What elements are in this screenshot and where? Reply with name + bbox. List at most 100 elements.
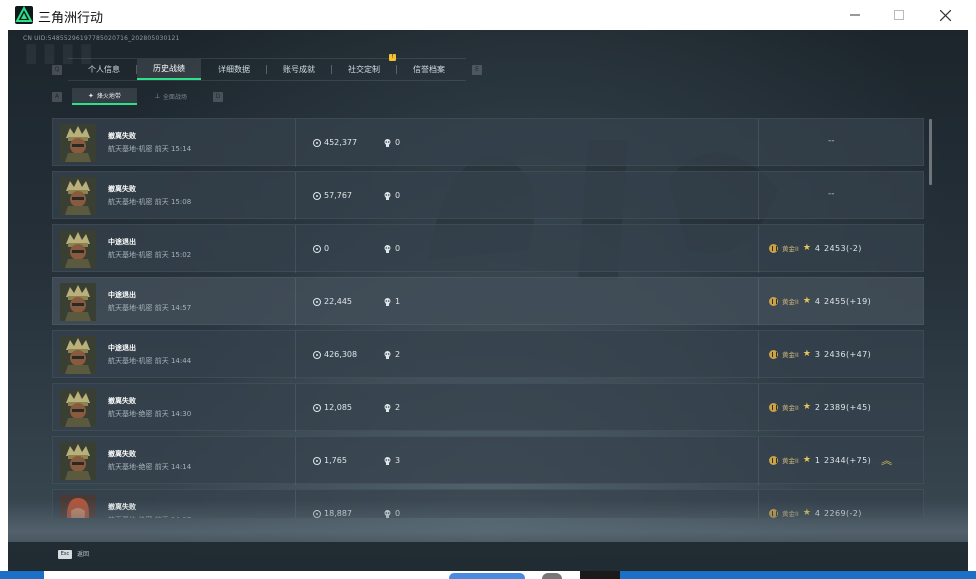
taskbar-avatar[interactable]	[542, 573, 562, 579]
coin-icon	[313, 244, 321, 253]
operations-icon: ✦	[88, 91, 94, 100]
player-uid: CN UID:5485529619778502071​6_2028050301​…	[23, 35, 180, 42]
list-scrollbar[interactable]	[929, 119, 932, 185]
match-map-time: 航天基地-绝密 前天 14:14	[108, 463, 192, 471]
rank-score: 2436(+47)	[824, 349, 872, 359]
close-button[interactable]	[922, 0, 968, 30]
rank-info: 黄金II ★ 1 2344(+75) ︽	[769, 455, 892, 466]
tab-detailed-data[interactable]: 详细数据	[202, 59, 266, 80]
operator-avatar	[60, 389, 96, 427]
match-row[interactable]: 撤离失败 航天基地-绝密 前天 14:30 12,085 2 黄金II ★ 2 2389(+4…	[52, 383, 924, 432]
skull-icon	[384, 138, 391, 147]
tab-achievements[interactable]: 账号成就	[267, 59, 331, 80]
rank-level: 3	[814, 349, 821, 359]
tab-prev-key[interactable]: Q	[52, 65, 62, 75]
kills-stat: 0	[384, 244, 400, 253]
rank-level: 2	[814, 402, 821, 412]
match-row[interactable]: 撤离失败 航天基地-机密 前天 15:14 452,377 0 --	[52, 118, 924, 167]
rank-tier: 黄金II	[782, 457, 799, 465]
rank-score: 2344(+75)	[824, 455, 872, 465]
column-divider	[758, 437, 759, 485]
money-value: 0	[324, 244, 330, 253]
subtab-next-key[interactable]: D	[213, 92, 223, 102]
subtab-prev-key[interactable]: A	[52, 92, 62, 102]
rank-tier: 黄金II	[782, 404, 799, 412]
column-divider	[295, 172, 296, 220]
notification-badge: !	[389, 54, 396, 61]
tab-social-customize[interactable]: 社交定制	[332, 59, 396, 80]
match-row[interactable]: 中途退出 航天基地-机密 前天 14:44 426,308 2 黄金II ★ 3 2436(+…	[52, 330, 924, 379]
column-divider	[295, 278, 296, 326]
game-viewport: ▮▮▮▮ CN UID:5485529619778502071​6_202805…	[8, 30, 968, 571]
column-divider	[758, 172, 759, 220]
money-stat: 12,085	[313, 403, 352, 412]
column-divider	[758, 384, 759, 432]
rank-medal-icon	[769, 296, 778, 306]
esc-key[interactable]: Esc	[58, 550, 72, 559]
kills-value: 2	[395, 403, 401, 412]
tab-match-history[interactable]: 历史战绩	[137, 59, 201, 80]
rank-score: 2453(-2)	[824, 243, 862, 253]
match-map-time: 航天基地-绝密 前天 14:30	[108, 410, 192, 418]
column-divider	[295, 384, 296, 432]
kills-value: 2	[395, 350, 401, 359]
operator-avatar	[60, 230, 96, 268]
app-logo-icon	[15, 6, 33, 24]
kills-stat: 2	[384, 403, 400, 412]
money-stat: 452,377	[313, 138, 357, 147]
rank-info: 黄金II ★ 2 2389(+45)	[769, 402, 871, 412]
rank-empty: --	[828, 189, 835, 199]
taskbar-pill[interactable]	[449, 573, 525, 579]
window-title: 三角洲行动	[38, 11, 104, 26]
rank-info: 黄金II ★ 3 2436(+47)	[769, 349, 871, 359]
money-stat: 1,765	[313, 456, 347, 465]
maximize-button[interactable]	[876, 0, 922, 30]
minimize-button[interactable]	[832, 0, 878, 30]
rank-medal-icon	[769, 402, 778, 412]
match-row[interactable]: 撤离失败航天基地-机密 前天 15:08 57,767 0 --	[52, 171, 924, 220]
column-divider	[758, 225, 759, 273]
money-stat: 57,767	[313, 191, 352, 200]
match-map-time: 航天基地-机密 前天 15:14	[108, 145, 192, 153]
rank-empty: --	[828, 136, 835, 146]
skull-icon	[384, 350, 391, 359]
warfare-icon: ⟂	[155, 92, 160, 100]
match-row[interactable]: 中途退出 航天基地-机密 前天 15:02 0 0 黄金II ★ 4 2453(-2)	[52, 224, 924, 273]
operator-avatar	[60, 336, 96, 374]
column-divider	[758, 331, 759, 379]
column-divider	[295, 437, 296, 485]
skull-icon	[384, 403, 391, 412]
title-bar: 三角洲行动	[0, 0, 976, 30]
match-result: 撤离失败	[108, 450, 136, 458]
coin-icon	[313, 456, 321, 465]
rank-level: 1	[814, 455, 821, 465]
kills-value: 0	[395, 191, 401, 200]
match-result: 撤离失败	[108, 185, 136, 193]
kills-stat: 2	[384, 350, 400, 359]
operator-avatar	[60, 177, 96, 215]
column-divider	[758, 278, 759, 326]
match-row[interactable]: 撤离失败航天基地-绝密 前天 14:14 1,765 3 黄金II ★ 1 2344(+75…	[52, 436, 924, 485]
desktop-dark-area	[580, 571, 620, 579]
column-divider	[295, 119, 296, 167]
operator-avatar	[60, 442, 96, 480]
match-map-time: 航天基地-机密 前天 15:08	[108, 198, 192, 206]
rank-medal-icon	[769, 349, 778, 359]
money-value: 12,085	[324, 403, 352, 412]
column-divider	[758, 119, 759, 167]
subtab-warfare[interactable]: ⟂ 全面战场	[141, 88, 201, 105]
operator-avatar	[60, 283, 96, 321]
kills-value: 3	[395, 456, 401, 465]
tabs-bottom-divider	[68, 80, 466, 81]
money-value: 1,765	[324, 456, 347, 465]
match-row[interactable]: 中途退出 航天基地-机密 前天 14:57 22,445 1 黄金II ★ 4 2455(+1…	[52, 277, 924, 326]
subtab-operations[interactable]: ✦ 烽火地带	[72, 88, 137, 105]
tab-personal-info[interactable]: 个人信息	[72, 59, 136, 80]
money-value: 22,445	[324, 297, 352, 306]
kills-stat: 3	[384, 456, 400, 465]
bottom-bar	[8, 542, 968, 571]
rank-score: 2389(+45)	[824, 402, 872, 412]
tab-next-key[interactable]: E	[472, 65, 482, 75]
tab-reputation[interactable]: 信誉档案	[397, 59, 461, 80]
money-stat: 426,308	[313, 350, 357, 359]
